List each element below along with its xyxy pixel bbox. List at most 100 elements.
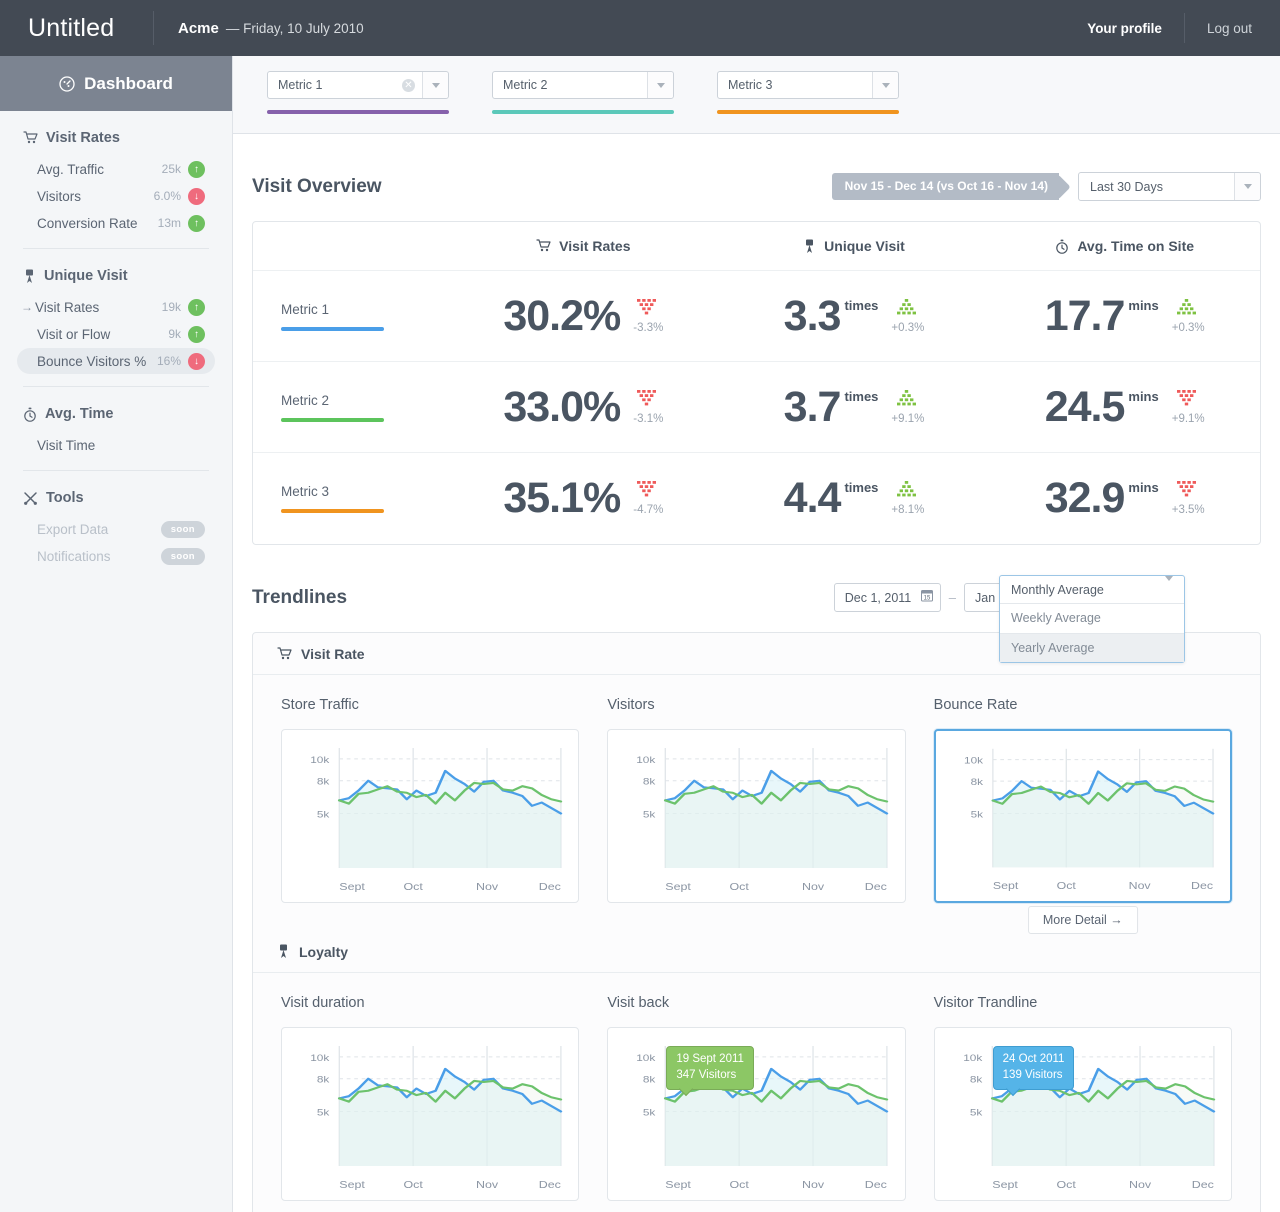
sidebar-item-label: Bounce Visitors %: [37, 353, 147, 369]
cart-icon: [23, 131, 38, 145]
metric-delta: -4.7%: [633, 481, 663, 516]
more-detail-button[interactable]: More Detail →: [1027, 906, 1138, 934]
metric-delta-value: +0.3%: [891, 321, 925, 334]
average-option-yearly[interactable]: Yearly Average: [1000, 633, 1184, 662]
sidebar-item-conversion-rate[interactable]: Conversion Rate 13m ↑: [17, 210, 215, 236]
metric-select-2[interactable]: Metric 2: [492, 71, 674, 99]
metric-delta-value: -4.7%: [633, 504, 664, 516]
app-title: Untitled: [28, 13, 115, 42]
stopwatch-icon: [1055, 239, 1069, 254]
sidebar-item-notifications[interactable]: Notifications soon: [17, 543, 215, 569]
metric-select-1-value: Metric 1: [278, 78, 323, 92]
sidebar-item-label: Avg. Traffic: [37, 161, 105, 177]
metric-select-3[interactable]: Metric 3: [717, 71, 899, 99]
sidebar-item-visit-time[interactable]: Visit Time: [17, 432, 215, 458]
sidebar-item-value: 16%: [156, 354, 181, 368]
svg-text:Dec: Dec: [539, 1180, 562, 1191]
clear-icon[interactable]: ✕: [402, 78, 415, 92]
metric-delta: +0.3%: [1172, 298, 1205, 334]
tooltip-date: 19 Sept 2011: [676, 1053, 744, 1065]
chart-tooltip: 19 Sept 2011 347 Visitors: [666, 1046, 754, 1091]
sidebar-item-dashboard[interactable]: Dashboard: [0, 56, 232, 111]
trendline-chart[interactable]: 5k 8k 10k Sept Oct Nov Dec 24 Oct 2011 139 Vis…: [933, 1027, 1232, 1201]
ribbon-star-icon: [277, 944, 290, 959]
metric-value-cell: 3.7 times +9.1%: [719, 385, 990, 429]
dashboard-page: Untitled Acme — Friday, 10 July 2010 You…: [0, 0, 1280, 1212]
svg-text:5k: 5k: [317, 809, 330, 820]
header-actions: Your profile Log out: [1087, 13, 1280, 43]
range-select[interactable]: Last 30 Days: [1078, 172, 1261, 201]
cart-icon: [536, 239, 551, 253]
metric-name: Metric 2: [281, 392, 330, 408]
metric-name: Metric 1: [281, 301, 330, 317]
average-select-current[interactable]: Monthly Average: [1000, 575, 1184, 604]
metric-value-cell: 24.5 mins +9.1%: [989, 385, 1260, 429]
trendline-chart[interactable]: 5k 8k 10k Sept Oct Nov Dec: [281, 729, 580, 903]
tooltip-value: 139 Visitors: [1002, 1068, 1063, 1081]
metric-selector-1: Metric 1 ✕: [267, 71, 449, 114]
sidebar-item-visit-or-flow[interactable]: Visit or Flow 9k ↑: [17, 321, 215, 347]
overview-col-label: Avg. Time on Site: [1077, 238, 1195, 254]
metric-delta: +0.3%: [891, 298, 925, 334]
metric-selector-3: Metric 3: [717, 71, 899, 114]
chevron-down-icon[interactable]: [647, 72, 673, 98]
chart-block: Visit duration 5k 8k 10k Sept Oct Nov Dec: [281, 995, 580, 1201]
metric-color-bar: [281, 326, 384, 331]
tooltip-value: 347 Visitors: [676, 1068, 737, 1081]
trendline-chart[interactable]: 5k 8k 10k Sept Oct Nov Dec 19 Sept 2011 347 Vi…: [607, 1027, 906, 1201]
metric-select-1[interactable]: Metric 1 ✕: [267, 71, 449, 99]
average-select-dropdown[interactable]: Monthly Average Weekly Average Yearly Av…: [999, 575, 1185, 663]
sidebar-item-avg-traffic[interactable]: Avg. Traffic 25k ↑: [17, 156, 215, 182]
svg-text:Sept: Sept: [339, 1180, 366, 1191]
metric-unit: mins: [1128, 388, 1159, 404]
trendline-chart[interactable]: 5k 8k 10k Sept Oct Nov Dec: [607, 729, 906, 903]
chart-title: Visit duration: [281, 995, 365, 1011]
metric-delta: -3.3%: [633, 298, 663, 334]
trend-down-spark-icon: [1177, 481, 1199, 499]
calendar-icon[interactable]: 15: [920, 589, 933, 607]
visit-overview-header: Visit Overview Nov 15 - Dec 14 (vs Oct 1…: [233, 172, 1280, 201]
chevron-down-icon[interactable]: [1234, 173, 1260, 200]
sidebar-group-tools: Tools: [17, 471, 215, 515]
coming-soon-badge: soon: [160, 520, 205, 538]
sidebar-item-visitors[interactable]: Visitors 6.0% ↓: [17, 183, 215, 209]
svg-text:Nov: Nov: [476, 882, 499, 893]
svg-text:10k: 10k: [964, 756, 984, 767]
svg-text:Nov: Nov: [802, 882, 825, 893]
sidebar-item-visit-rates[interactable]: → Visit Rates 19k ↑: [17, 294, 215, 320]
date-range-badge: Nov 15 - Dec 14 (vs Oct 16 - Nov 14): [831, 173, 1059, 200]
metric-unit: mins: [1128, 297, 1159, 313]
metric-value: 32.9: [1044, 474, 1126, 522]
metric-value-cell: 32.9 mins +3.5%: [989, 477, 1260, 520]
chevron-down-icon[interactable]: [422, 72, 448, 98]
overview-col-avg-time: Avg. Time on Site: [989, 238, 1260, 254]
average-option-weekly[interactable]: Weekly Average: [1000, 604, 1184, 633]
date-from-input[interactable]: Dec 1, 2011 15: [833, 583, 941, 612]
chart-title: Visitor Trandline: [933, 995, 1038, 1011]
chart-block: Bounce Rate 5k 8k 10k Sept Oct Nov Dec More De…: [933, 697, 1232, 934]
trend-up-spark-icon: [896, 298, 919, 317]
table-row: Metric 2 33.0% -3.1% 3.7 times +9.1% 24.…: [253, 362, 1260, 453]
log-out-link[interactable]: Log out: [1207, 21, 1252, 36]
overview-col-unique-visit: Unique Visit: [719, 238, 990, 254]
chevron-down-icon[interactable]: [872, 72, 898, 98]
metric-delta: -3.1%: [633, 389, 663, 425]
overview-rows: Metric 1 30.2% -3.3% 3.3 times +0.3% 17.…: [253, 271, 1260, 544]
sidebar-item-value: 25k: [161, 162, 181, 176]
trendline-chart[interactable]: 5k 8k 10k Sept Oct Nov Dec More Detail →: [933, 729, 1232, 934]
trendline-chart[interactable]: 5k 8k 10k Sept Oct Nov Dec: [281, 1027, 580, 1201]
trend-down-icon: ↓: [188, 352, 205, 370]
trendline-section-label: Loyalty: [299, 943, 349, 960]
your-profile-link[interactable]: Your profile: [1087, 21, 1162, 36]
sidebar-group-label: Unique Visit: [44, 268, 128, 284]
sidebar-item-bounce-visitors[interactable]: Bounce Visitors % 16% ↓: [17, 348, 215, 374]
tooltip-date: 24 Oct 2011: [1002, 1053, 1065, 1065]
chevron-down-icon[interactable]: [1165, 575, 1184, 599]
svg-text:Sept: Sept: [339, 882, 366, 893]
sidebar-item-export-data[interactable]: Export Data soon: [17, 516, 215, 542]
metric-value: 33.0%: [503, 382, 621, 431]
svg-text:10k: 10k: [637, 1053, 657, 1064]
sidebar-item-label: Visit Time: [37, 437, 96, 453]
metric-delta-value: +9.1%: [891, 412, 925, 425]
svg-text:Oct: Oct: [403, 882, 423, 893]
